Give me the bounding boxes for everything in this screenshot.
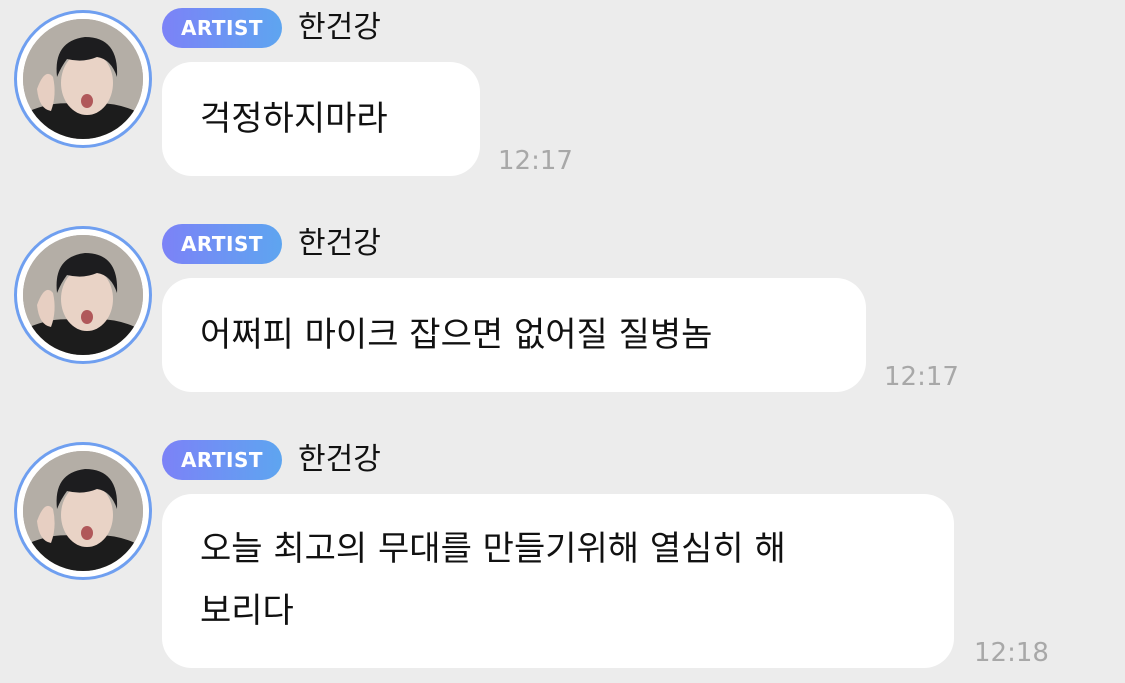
message-bubble[interactable]: 어쩌피 마이크 잡으면 없어질 질병놈 (162, 278, 866, 392)
message-bubble[interactable]: 걱정하지마라 (162, 62, 480, 176)
chat-message: ARTIST 한건강 오늘 최고의 무대를 만들기위해 열심히 해 보리다 12… (0, 432, 1125, 683)
profile-photo-image (23, 451, 143, 571)
artist-badge: ARTIST (162, 224, 282, 264)
profile-photo-image (23, 235, 143, 355)
message-timestamp: 12:17 (498, 146, 573, 176)
avatar[interactable] (14, 442, 152, 580)
profile-photo (23, 235, 143, 355)
message-text-line: 보리다 (200, 591, 294, 631)
profile-photo (23, 451, 143, 571)
profile-photo-image (23, 19, 143, 139)
sender-name: 한건강 (298, 10, 381, 45)
message-timestamp: 12:18 (974, 638, 1049, 668)
message-text-line: 오늘 최고의 무대를 만들기위해 열심히 해 (200, 529, 786, 569)
message-bubble[interactable]: 오늘 최고의 무대를 만들기위해 열심히 해 보리다 (162, 494, 954, 668)
sender-name: 한건강 (298, 442, 381, 477)
chat-message: ARTIST 한건강 걱정하지마라 12:17 (0, 0, 1125, 190)
sender-name: 한건강 (298, 226, 381, 261)
avatar[interactable] (14, 10, 152, 148)
message-timestamp: 12:17 (884, 362, 959, 392)
avatar[interactable] (14, 226, 152, 364)
artist-badge: ARTIST (162, 8, 282, 48)
chat-message: ARTIST 한건강 어쩌피 마이크 잡으면 없어질 질병놈 12:17 (0, 216, 1125, 406)
profile-photo (23, 19, 143, 139)
artist-badge: ARTIST (162, 440, 282, 480)
